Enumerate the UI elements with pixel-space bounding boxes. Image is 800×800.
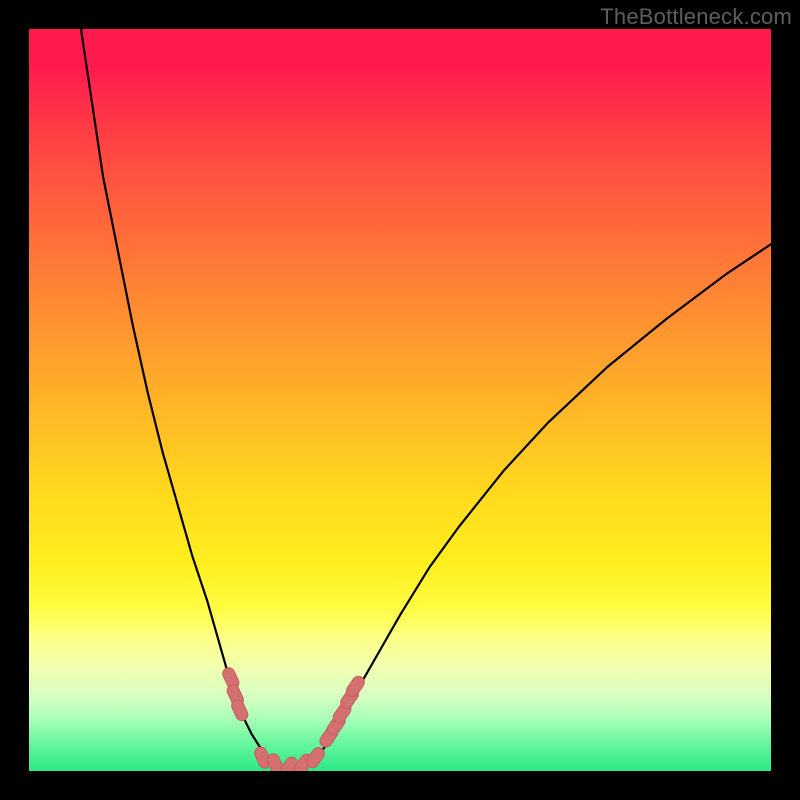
bottleneck-curve xyxy=(81,29,771,767)
curve-layer xyxy=(29,29,771,771)
chart-frame: TheBottleneck.com xyxy=(0,0,800,800)
curve-markers xyxy=(221,666,367,771)
marker-left_cluster_low xyxy=(230,698,250,723)
watermark-text: TheBottleneck.com xyxy=(600,4,792,30)
plot-area xyxy=(29,29,771,771)
